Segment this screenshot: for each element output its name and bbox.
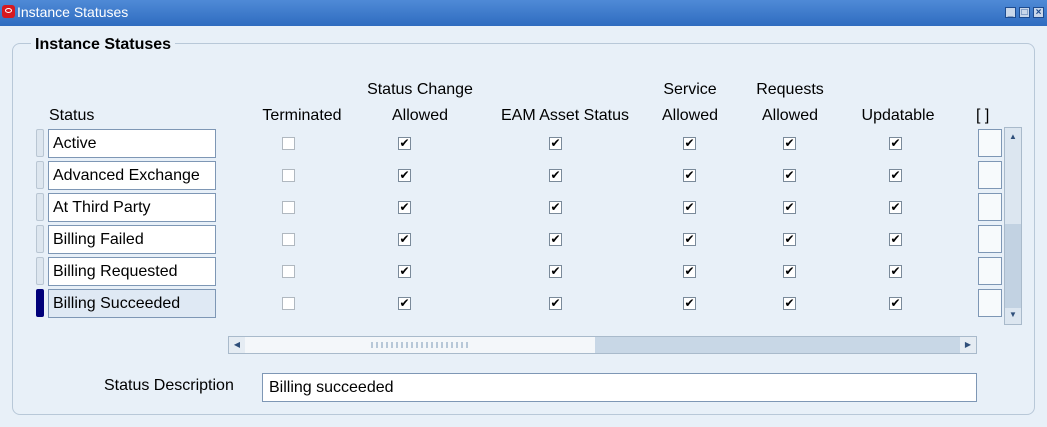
terminated-checkbox[interactable] xyxy=(282,233,295,246)
header-status-change-line2: Allowed xyxy=(391,107,449,124)
status-change-allowed-checkbox[interactable]: ✔ xyxy=(398,169,411,182)
eam-asset-status-checkbox[interactable]: ✔ xyxy=(549,169,562,182)
updatable-checkbox[interactable]: ✔ xyxy=(889,137,902,150)
oracle-logo-icon xyxy=(2,5,15,18)
flexfield-field[interactable] xyxy=(978,289,1002,317)
requests-allowed-checkbox[interactable]: ✔ xyxy=(783,265,796,278)
flexfield-field[interactable] xyxy=(978,129,1002,157)
vertical-scrollbar[interactable]: ▲ ▼ xyxy=(1004,127,1022,325)
record-indicator[interactable] xyxy=(36,193,44,221)
record-indicator[interactable] xyxy=(36,257,44,285)
header-requests-line1: Requests xyxy=(756,81,824,98)
status-field[interactable]: Active xyxy=(48,129,216,158)
header-service-line2: Allowed xyxy=(661,107,719,124)
terminated-checkbox[interactable] xyxy=(282,297,295,310)
record-indicator[interactable] xyxy=(36,129,44,157)
header-terminated: Terminated xyxy=(262,107,342,124)
requests-allowed-checkbox[interactable]: ✔ xyxy=(783,233,796,246)
scroll-right-arrow-icon[interactable]: ▶ xyxy=(961,338,975,352)
status-change-allowed-checkbox[interactable]: ✔ xyxy=(398,233,411,246)
maximize-button[interactable]: □ xyxy=(1019,7,1030,18)
scroll-grip-icon xyxy=(371,342,471,348)
flexfield-field[interactable] xyxy=(978,225,1002,253)
status-field[interactable]: Billing Failed xyxy=(48,225,216,254)
status-change-allowed-checkbox[interactable]: ✔ xyxy=(398,265,411,278)
service-allowed-checkbox[interactable]: ✔ xyxy=(683,137,696,150)
horizontal-scroll-track[interactable] xyxy=(595,337,960,353)
eam-asset-status-checkbox[interactable]: ✔ xyxy=(549,297,562,310)
header-requests-line2: Allowed xyxy=(761,107,819,124)
requests-allowed-checkbox[interactable]: ✔ xyxy=(783,137,796,150)
service-allowed-checkbox[interactable]: ✔ xyxy=(683,297,696,310)
updatable-checkbox[interactable]: ✔ xyxy=(889,201,902,214)
record-indicator-current[interactable] xyxy=(36,289,44,317)
close-button[interactable]: × xyxy=(1033,7,1044,18)
minimize-button[interactable]: _ xyxy=(1005,7,1016,18)
scroll-down-arrow-icon[interactable]: ▼ xyxy=(1006,308,1020,322)
horizontal-scrollbar[interactable]: ◀ ▶ xyxy=(228,336,977,354)
requests-allowed-checkbox[interactable]: ✔ xyxy=(783,201,796,214)
record-indicator[interactable] xyxy=(36,225,44,253)
status-change-allowed-checkbox[interactable]: ✔ xyxy=(398,201,411,214)
header-updatable: Updatable xyxy=(861,107,935,124)
terminated-checkbox[interactable] xyxy=(282,169,295,182)
scroll-left-arrow-icon[interactable]: ◀ xyxy=(230,338,244,352)
vertical-scroll-thumb[interactable] xyxy=(1005,224,1021,308)
status-change-allowed-checkbox[interactable]: ✔ xyxy=(398,297,411,310)
header-flexfield: [ ] xyxy=(976,107,990,124)
scroll-up-arrow-icon[interactable]: ▲ xyxy=(1006,130,1020,144)
status-field[interactable]: Billing Requested xyxy=(48,257,216,286)
status-description-label: Status Description xyxy=(104,377,234,394)
flexfield-field[interactable] xyxy=(978,193,1002,221)
region-title: Instance Statuses xyxy=(31,36,176,54)
window-title: Instance Statuses xyxy=(17,4,129,20)
updatable-checkbox[interactable]: ✔ xyxy=(889,297,902,310)
terminated-checkbox[interactable] xyxy=(282,265,295,278)
header-status-change-line1: Status Change xyxy=(367,81,473,98)
header-service-line1: Service xyxy=(663,81,717,98)
updatable-checkbox[interactable]: ✔ xyxy=(889,233,902,246)
status-change-allowed-checkbox[interactable]: ✔ xyxy=(398,137,411,150)
header-status: Status xyxy=(49,107,95,124)
eam-asset-status-checkbox[interactable]: ✔ xyxy=(549,201,562,214)
terminated-checkbox[interactable] xyxy=(282,137,295,150)
status-description-field[interactable]: Billing succeeded xyxy=(262,373,977,402)
service-allowed-checkbox[interactable]: ✔ xyxy=(683,265,696,278)
service-allowed-checkbox[interactable]: ✔ xyxy=(683,201,696,214)
record-indicator[interactable] xyxy=(36,161,44,189)
status-field[interactable]: Advanced Exchange xyxy=(48,161,216,190)
service-allowed-checkbox[interactable]: ✔ xyxy=(683,233,696,246)
flexfield-field[interactable] xyxy=(978,161,1002,189)
requests-allowed-checkbox[interactable]: ✔ xyxy=(783,297,796,310)
window-titlebar: Instance Statuses _ □ × xyxy=(0,0,1047,26)
header-eam-asset-status: EAM Asset Status xyxy=(500,107,630,124)
eam-asset-status-checkbox[interactable]: ✔ xyxy=(549,137,562,150)
updatable-checkbox[interactable]: ✔ xyxy=(889,169,902,182)
eam-asset-status-checkbox[interactable]: ✔ xyxy=(549,233,562,246)
requests-allowed-checkbox[interactable]: ✔ xyxy=(783,169,796,182)
updatable-checkbox[interactable]: ✔ xyxy=(889,265,902,278)
status-field[interactable]: Billing Succeeded xyxy=(48,289,216,318)
status-field[interactable]: At Third Party xyxy=(48,193,216,222)
eam-asset-status-checkbox[interactable]: ✔ xyxy=(549,265,562,278)
flexfield-field[interactable] xyxy=(978,257,1002,285)
terminated-checkbox[interactable] xyxy=(282,201,295,214)
service-allowed-checkbox[interactable]: ✔ xyxy=(683,169,696,182)
